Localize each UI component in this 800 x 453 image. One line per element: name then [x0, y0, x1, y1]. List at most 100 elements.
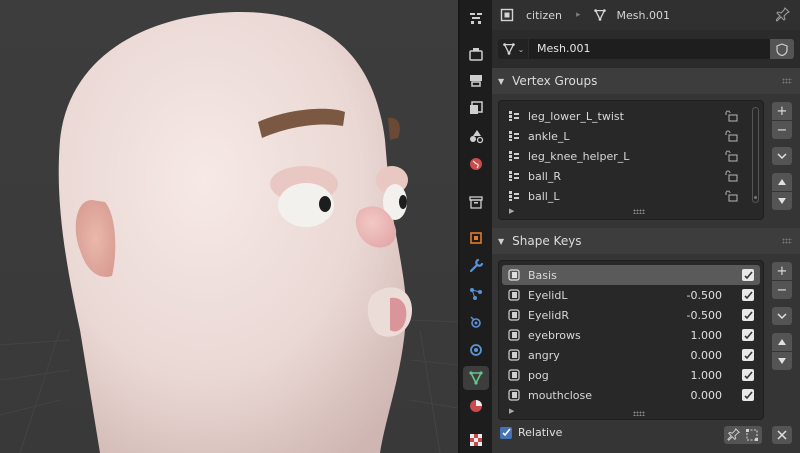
- vertex-group-item[interactable]: ankle_L: [502, 126, 760, 146]
- shape-key-mute-checkbox[interactable]: [742, 349, 754, 361]
- drag-grip-icon[interactable]: [782, 238, 792, 244]
- shield-icon: [776, 42, 788, 56]
- breadcrumb-mesh[interactable]: Mesh.001: [593, 8, 670, 22]
- vertex-groups-list[interactable]: leg_lower_L_twist ankle_L leg_knee_helpe…: [498, 100, 764, 220]
- shape-key-value[interactable]: 1.000: [691, 329, 723, 342]
- shape-key-lock-edit-button[interactable]: [724, 426, 762, 444]
- particles-tab[interactable]: [463, 282, 489, 306]
- shape-key-mute-checkbox[interactable]: [742, 269, 754, 281]
- world-tab[interactable]: [463, 152, 489, 176]
- shape-key-icon: [508, 269, 520, 281]
- panel-collapse-icon: ▼: [498, 76, 505, 86]
- modifier-tab[interactable]: [463, 254, 489, 278]
- mesh-data-icon: [593, 9, 606, 21]
- shape-key-name: EyelidR: [528, 308, 569, 322]
- output-tab[interactable]: [463, 68, 489, 92]
- object-data-icon: [469, 371, 483, 385]
- output-icon: [470, 75, 482, 87]
- fake-user-button[interactable]: [770, 39, 794, 59]
- checkmark-icon: [743, 290, 753, 299]
- shape-key-item[interactable]: Basis: [502, 265, 760, 285]
- view-layer-tab[interactable]: [463, 96, 489, 120]
- move-shape-key-up-button[interactable]: [772, 333, 792, 351]
- shape-key-icon: [508, 289, 520, 301]
- unlock-icon[interactable]: [724, 110, 738, 122]
- mesh-data-icon: [502, 43, 515, 55]
- shape-key-value[interactable]: -0.500: [687, 289, 722, 302]
- relative-checkbox[interactable]: [500, 426, 512, 439]
- breadcrumb-mesh-label: Mesh.001: [616, 8, 670, 22]
- unlock-icon[interactable]: [724, 150, 738, 162]
- object-data-tab[interactable]: [463, 366, 489, 390]
- shape-keys-panel-header[interactable]: ▼ Shape Keys: [492, 228, 800, 254]
- collection-tab[interactable]: [463, 190, 489, 214]
- add-shape-key-button[interactable]: +: [772, 262, 792, 280]
- list-filter-expand-icon[interactable]: ▶: [509, 407, 514, 415]
- move-shape-key-down-button[interactable]: [772, 352, 792, 370]
- relative-toggle[interactable]: Relative: [500, 426, 562, 439]
- shape-key-item[interactable]: pog 1.000: [502, 365, 760, 385]
- move-vertex-group-down-button[interactable]: [772, 192, 792, 210]
- scene-tab[interactable]: [463, 124, 489, 148]
- chevron-down-icon: [777, 313, 787, 320]
- unlock-icon[interactable]: [724, 190, 738, 202]
- vertex-groups-panel-header[interactable]: ▼ Vertex Groups: [492, 68, 800, 94]
- tool-tab[interactable]: [463, 6, 489, 30]
- shape-key-mute-checkbox[interactable]: [742, 389, 754, 401]
- vertex-group-item[interactable]: leg_knee_helper_L: [502, 146, 760, 166]
- material-tab[interactable]: [463, 394, 489, 418]
- 3d-viewport[interactable]: [0, 0, 458, 453]
- vertex-group-item[interactable]: leg_lower_L_twist: [502, 106, 760, 126]
- shape-key-value[interactable]: 0.000: [691, 389, 723, 402]
- move-vertex-group-up-button[interactable]: [772, 173, 792, 191]
- add-vertex-group-button[interactable]: +: [772, 102, 792, 120]
- shape-key-icon: [508, 369, 520, 381]
- shape-key-specials-button[interactable]: [772, 307, 792, 325]
- browse-mesh-button[interactable]: ⌄: [498, 39, 528, 59]
- shape-key-mute-checkbox[interactable]: [742, 289, 754, 301]
- shape-key-item[interactable]: eyebrows 1.000: [502, 325, 760, 345]
- list-resize-grip-icon[interactable]: [633, 209, 645, 214]
- clear-shape-keys-button[interactable]: [772, 426, 792, 444]
- shape-key-value[interactable]: -0.500: [687, 309, 722, 322]
- mesh-name-field[interactable]: Mesh.001: [528, 39, 770, 59]
- material-icon: [470, 400, 482, 412]
- shape-key-value[interactable]: 0.000: [691, 349, 723, 362]
- shape-keys-title: Shape Keys: [512, 234, 582, 248]
- texture-icon: [470, 434, 482, 446]
- chevron-down-icon: [777, 153, 787, 160]
- texture-tab[interactable]: [463, 428, 489, 452]
- vertex-group-item[interactable]: ball_L: [502, 186, 760, 206]
- list-scrollbar[interactable]: [752, 107, 759, 203]
- breadcrumb-object[interactable]: citizen: [500, 8, 562, 22]
- unlock-icon[interactable]: [724, 130, 738, 142]
- remove-shape-key-button[interactable]: −: [772, 281, 792, 299]
- constraints-tab[interactable]: [463, 338, 489, 362]
- shape-key-icon: [508, 389, 520, 401]
- render-tab[interactable]: [463, 42, 489, 66]
- vertex-group-item[interactable]: ball_R: [502, 166, 760, 186]
- shape-key-value[interactable]: 1.000: [691, 369, 723, 382]
- mesh-datablock-selector: ⌄ Mesh.001: [498, 38, 794, 60]
- pin-icon[interactable]: [776, 7, 790, 23]
- remove-vertex-group-button[interactable]: −: [772, 121, 792, 139]
- shape-key-mute-checkbox[interactable]: [742, 369, 754, 381]
- object-tab[interactable]: [463, 226, 489, 250]
- list-resize-grip-icon[interactable]: [633, 411, 645, 416]
- shape-key-name: eyebrows: [528, 328, 581, 342]
- physics-tab[interactable]: [463, 310, 489, 334]
- unlock-icon[interactable]: [724, 170, 738, 182]
- shape-keys-list[interactable]: Basis EyelidL -0.500 EyelidR -0.500 eyeb…: [498, 260, 764, 420]
- shape-key-item[interactable]: EyelidL -0.500: [502, 285, 760, 305]
- drag-grip-icon[interactable]: [782, 78, 792, 84]
- shape-key-mute-checkbox[interactable]: [742, 329, 754, 341]
- shape-key-item[interactable]: EyelidR -0.500: [502, 305, 760, 325]
- list-filter-expand-icon[interactable]: ▶: [509, 207, 514, 215]
- vertex-group-specials-button[interactable]: [772, 147, 792, 165]
- shape-key-mute-checkbox[interactable]: [742, 309, 754, 321]
- shape-key-item[interactable]: mouthclose 0.000: [502, 385, 760, 405]
- vertex-groups-panel: leg_lower_L_twist ankle_L leg_knee_helpe…: [492, 94, 800, 228]
- particles-icon: [470, 288, 482, 300]
- close-icon: [777, 430, 787, 440]
- shape-key-item[interactable]: angry 0.000: [502, 345, 760, 365]
